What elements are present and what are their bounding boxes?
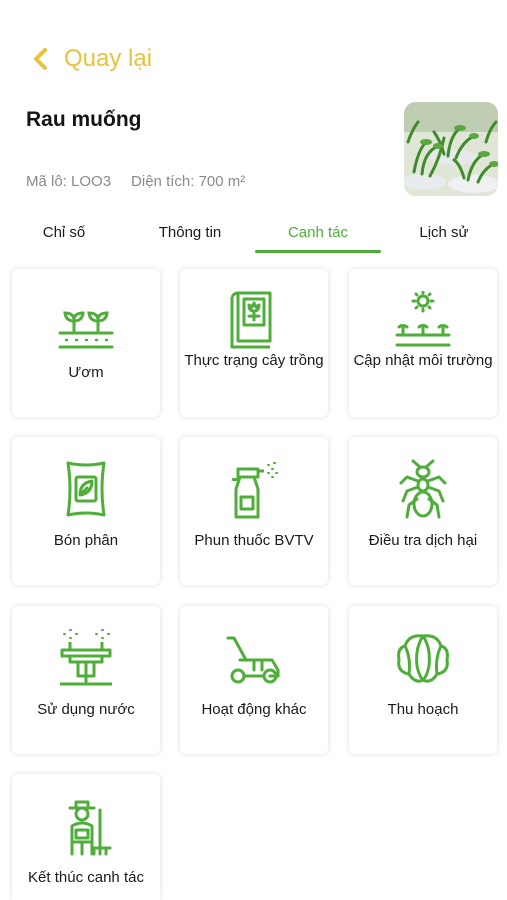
lawn-mower-icon xyxy=(226,636,280,684)
action-su-dung-nuoc[interactable]: Sử dụng nước xyxy=(12,606,160,754)
action-phun-thuoc-bvtv[interactable]: Phun thuốc BVTV xyxy=(180,437,328,585)
back-label: Quay lại xyxy=(64,45,153,72)
fertilizer-bag-icon xyxy=(66,461,106,517)
tab-chi-so[interactable]: Chỉ số xyxy=(0,210,128,254)
plant-book-icon xyxy=(230,291,272,349)
crop-photo-image xyxy=(404,102,498,196)
action-label: Thu hoạch xyxy=(387,701,459,718)
action-label: Bón phân xyxy=(53,532,119,549)
action-thu-hoach[interactable]: Thu hoạch xyxy=(349,606,497,754)
action-label: Sử dụng nước xyxy=(37,701,135,718)
sun-sprouts-icon xyxy=(395,291,451,347)
action-hoat-dong-khac[interactable]: Hoạt động khác xyxy=(180,606,328,754)
lot-area: Diện tích: 700 m² xyxy=(131,173,246,190)
cabbage-icon xyxy=(397,634,449,683)
tab-canh-tac[interactable]: Canh tác xyxy=(254,210,382,254)
action-label: Cập nhật môi trường xyxy=(353,352,493,369)
lot-code: Mã lô: LOO3 xyxy=(26,173,112,190)
action-label: Phun thuốc BVTV xyxy=(194,532,314,549)
ant-icon xyxy=(399,459,447,519)
seedling-bed-icon xyxy=(58,311,114,349)
action-thuc-trang-cay-trong[interactable]: Thực trạng cây trồng xyxy=(180,269,328,417)
action-uom[interactable]: Ươm xyxy=(12,269,160,417)
spray-bottle-icon xyxy=(231,462,278,519)
sprinkler-icon xyxy=(60,629,112,686)
tab-bar: Chỉ số Thông tin Canh tác Lịch sử xyxy=(0,210,507,254)
action-label: Ươm xyxy=(68,364,104,381)
action-cap-nhat-moi-truong[interactable]: Cập nhật môi trường xyxy=(349,269,497,417)
action-bon-phan[interactable]: Bón phân xyxy=(12,437,160,585)
action-label: Thực trạng cây trồng xyxy=(184,352,324,369)
chevron-left-icon xyxy=(34,48,47,70)
action-label: Kết thúc canh tác xyxy=(28,869,144,886)
action-dieu-tra-dich-hai[interactable]: Điều tra dịch hại xyxy=(349,437,497,585)
farmer-icon xyxy=(68,800,112,856)
page-title: Rau muống xyxy=(26,108,142,131)
crop-thumbnail[interactable] xyxy=(404,102,498,196)
action-label: Điều tra dịch hại xyxy=(368,532,478,549)
tab-thong-tin[interactable]: Thông tin xyxy=(126,210,254,254)
action-label: Hoạt động khác xyxy=(201,701,307,718)
lot-meta: Mã lô: LOO3 Diện tích: 700 m² xyxy=(26,173,245,190)
tab-lich-su[interactable]: Lịch sử xyxy=(380,210,507,254)
active-tab-indicator xyxy=(255,250,381,253)
action-ket-thuc-canh-tac[interactable]: Kết thúc canh tác xyxy=(12,774,160,900)
back-button[interactable]: Quay lại xyxy=(30,44,152,74)
